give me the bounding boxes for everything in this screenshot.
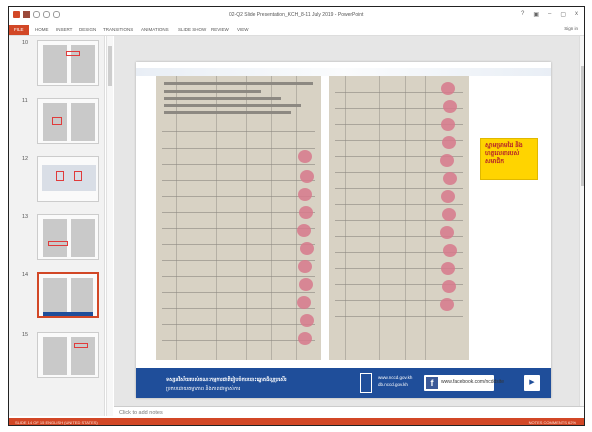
slide-thumbnail-panel: 10 11 12 13 14 15 xyxy=(9,36,105,416)
ribbon-tabs: FILE HOME INSERT DESIGN TRANSITIONS ANIM… xyxy=(9,24,584,36)
attendance-sheet-photo-left[interactable] xyxy=(156,76,321,360)
tab-review[interactable]: REVIEW xyxy=(211,25,229,35)
slide-thumbnail[interactable] xyxy=(37,98,99,144)
status-left-text: SLIDE 14 OF 15 ENGLISH (UNITED STATES) xyxy=(15,420,98,425)
slide-thumbnail-selected[interactable] xyxy=(37,272,99,318)
footer-vision-text: ទស្សនវិស័យរបស់គណៈកម្មការជាតិរៀបចំការបោះឆ… xyxy=(166,377,287,383)
thumbnail-scrollbar[interactable] xyxy=(106,36,113,416)
powerpoint-logo-icon xyxy=(13,11,20,18)
database-url: db.nccd.gov.kh xyxy=(378,382,408,387)
scroll-thumb[interactable] xyxy=(108,46,112,86)
window-controls: ? ▣ – ▢ x xyxy=(521,11,578,18)
footer-urls: www.nccd.gov.kh db.nccd.gov.kh xyxy=(378,374,412,388)
slide-number: 10 xyxy=(22,40,29,46)
slide-thumbnail[interactable] xyxy=(37,332,99,378)
tab-view[interactable]: VIEW xyxy=(237,25,249,35)
help-icon[interactable]: ? xyxy=(521,11,524,18)
status-bar: SLIDE 14 OF 15 ENGLISH (UNITED STATES) N… xyxy=(9,418,584,425)
scroll-thumb[interactable] xyxy=(581,66,584,186)
video-icon: ▶ xyxy=(524,375,540,391)
tab-file[interactable]: FILE xyxy=(9,25,29,35)
logo-icon xyxy=(360,373,372,393)
tab-transitions[interactable]: TRANSITIONS xyxy=(103,25,133,35)
slide-number: 15 xyxy=(22,332,29,338)
undo-icon[interactable] xyxy=(33,11,40,18)
tab-animations[interactable]: ANIMATIONS xyxy=(141,25,169,35)
slide-header-decoration xyxy=(136,68,551,76)
notes-pane[interactable]: Click to add notes xyxy=(114,406,584,418)
status-right-text[interactable]: NOTES COMMENTS 62% xyxy=(529,420,576,425)
website-url: www.nccd.gov.kh xyxy=(378,375,413,380)
slide-thumbnail[interactable] xyxy=(37,214,99,260)
save-icon[interactable] xyxy=(23,11,30,18)
facebook-link-box: f www.facebook.com/ncddsite xyxy=(424,375,504,391)
tab-slide-show[interactable]: SLIDE SHOW xyxy=(178,25,206,35)
facebook-url: www.facebook.com/ncddsite xyxy=(441,379,505,385)
title-bar: 02-Q2 Slide Presentation_KCH_8-11 July 2… xyxy=(9,7,584,24)
slide-thumbnail[interactable] xyxy=(37,40,99,86)
callout-textbox[interactable]: ស្នាមម្រាមដៃ និងហត្ថលេខារបស់សមាជិក xyxy=(480,138,538,180)
notes-placeholder: Click to add notes xyxy=(119,410,163,416)
powerpoint-window: 02-Q2 Slide Presentation_KCH_8-11 July 2… xyxy=(8,6,585,426)
slide-number: 13 xyxy=(22,214,29,220)
slide-number: 14 xyxy=(22,272,29,278)
sign-in-link[interactable]: Sign in xyxy=(564,26,578,31)
attendance-sheet-photo-right[interactable] xyxy=(329,76,469,360)
tab-design[interactable]: DESIGN xyxy=(79,25,96,35)
slide-number: 12 xyxy=(22,156,29,162)
slide-scrollbar[interactable] xyxy=(579,36,584,406)
slide-thumbnail[interactable] xyxy=(37,156,99,202)
slide-canvas[interactable]: ស្នាមម្រាមដៃ និងហត្ថលេខារបស់សមាជិក ទស្សន… xyxy=(136,62,551,398)
tab-home[interactable]: HOME xyxy=(35,25,49,35)
redo-icon[interactable] xyxy=(43,11,50,18)
window-title: 02-Q2 Slide Presentation_KCH_8-11 July 2… xyxy=(229,12,364,18)
facebook-icon: f xyxy=(426,377,438,389)
slide-number: 11 xyxy=(22,98,28,104)
close-icon[interactable]: x xyxy=(575,11,578,18)
quick-access-toolbar xyxy=(13,11,60,18)
customize-toolbar-icon[interactable] xyxy=(53,11,60,18)
slide-editing-area: ស្នាមម្រាមដៃ និងហត្ថលេខារបស់សមាជិក ទស្សន… xyxy=(114,36,584,406)
slide-footer-banner: ទស្សនវិស័យរបស់គណៈកម្មការជាតិរៀបចំការបោះឆ… xyxy=(136,368,551,398)
ribbon-display-icon[interactable]: ▣ xyxy=(533,11,539,18)
footer-tagline-text: ប្រកបដោយតម្លាភាព និងភាពជាម្ចាស់ការ xyxy=(166,386,241,392)
minimize-icon[interactable]: – xyxy=(548,11,551,18)
maximize-icon[interactable]: ▢ xyxy=(560,11,566,18)
tab-insert[interactable]: INSERT xyxy=(56,25,72,35)
